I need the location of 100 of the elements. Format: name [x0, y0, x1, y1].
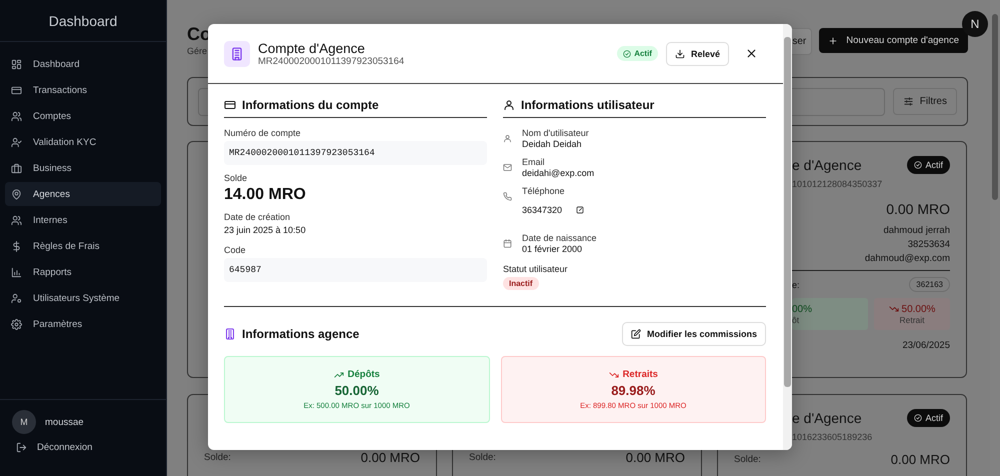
- user-name: dahmoud jerrah: [883, 225, 950, 236]
- balance-value: 0.00 MRO: [626, 450, 685, 465]
- sidebar-item[interactable]: Agences: [5, 182, 161, 206]
- card-title: e d'Agence: [792, 410, 862, 426]
- field-label: Téléphone: [522, 186, 566, 196]
- commission-value: 89.98%: [611, 383, 656, 398]
- credit-card-icon: [224, 99, 236, 111]
- sidebar-item[interactable]: Transactions: [5, 78, 161, 102]
- trend-down-icon: [608, 370, 619, 380]
- account-number: 1016233605189236: [791, 432, 874, 442]
- status-badge: Actif: [907, 409, 950, 427]
- phone-icon: [503, 192, 512, 201]
- close-icon[interactable]: [745, 47, 758, 60]
- commission-label: Retraits: [608, 369, 658, 380]
- section-title: Informations utilisateur: [521, 98, 654, 112]
- phone-number: 38253634: [908, 239, 950, 250]
- field-value: 23 juin 2025 à 10:50: [224, 225, 307, 235]
- user-gear-icon: [11, 292, 22, 304]
- users-icon: [11, 110, 22, 122]
- field-label: Statut utilisateur: [503, 264, 569, 274]
- balance-value: 0.00 MRO: [360, 450, 420, 465]
- withdrawal-value: 50.00%: [888, 304, 936, 314]
- settings-icon: [11, 318, 22, 330]
- sidebar-item[interactable]: Dashboard: [5, 52, 161, 76]
- check-circle-icon: [623, 50, 632, 58]
- filters-button[interactable]: Filtres: [892, 88, 957, 115]
- bar-chart-icon: [11, 266, 22, 278]
- user-avatar[interactable]: N: [962, 11, 988, 37]
- sidebar-item[interactable]: Paramètres: [5, 312, 161, 336]
- edit-icon[interactable]: [576, 206, 584, 214]
- calendar-icon: [503, 239, 512, 248]
- map-pin-icon: [11, 188, 22, 200]
- building-icon: [224, 328, 236, 340]
- user-avatar[interactable]: M: [12, 410, 36, 434]
- balance-label: Solde:: [734, 454, 761, 465]
- check-circle-icon: [914, 161, 922, 169]
- code-label: e:: [792, 280, 800, 290]
- sidebar-item[interactable]: Business: [5, 156, 161, 180]
- trend-down-icon: [888, 304, 899, 314]
- sliders-icon: [902, 96, 914, 107]
- balance-label: Solde:: [469, 452, 496, 463]
- users-icon: [11, 214, 22, 226]
- field-value: Deidah Deidah: [522, 139, 583, 149]
- sidebar-item[interactable]: Règles de Frais: [5, 234, 161, 258]
- status-badge: Inactif: [503, 277, 539, 290]
- balance-label: Solde:: [204, 452, 231, 463]
- logout-button[interactable]: Déconnexion: [12, 442, 154, 453]
- status-badge: Actif: [617, 46, 658, 61]
- field-value: 01 février 2000: [522, 244, 584, 254]
- field-label: Solde: [224, 173, 248, 183]
- deposit-value: 00%: [792, 304, 812, 314]
- sidebar-item[interactable]: Validation KYC: [5, 130, 161, 154]
- field-label: Date de naissance: [522, 233, 597, 243]
- balance-value: 0.00 MRO: [890, 452, 950, 467]
- balance-value: 0.00 MRO: [886, 201, 950, 217]
- field-label: Email: [522, 157, 546, 167]
- status-badge: Actif: [907, 156, 950, 174]
- scrollbar[interactable]: [783, 24, 792, 450]
- building-icon: [224, 40, 250, 66]
- sidebar-item[interactable]: Internes: [5, 208, 161, 232]
- field-value: 36347320: [522, 205, 562, 215]
- field-value: 645987: [224, 258, 487, 282]
- edit-commissions-button[interactable]: Modifier les commissions: [622, 322, 766, 346]
- logout-icon: [16, 442, 27, 453]
- field-label: Code: [224, 245, 247, 255]
- card-title: e d'Agence: [792, 157, 862, 173]
- commission-label: Dépôts: [334, 369, 380, 380]
- commission-value: 50.00%: [334, 383, 379, 398]
- section-title: Informations du compte: [242, 98, 379, 112]
- sidebar-item[interactable]: Rapports: [5, 260, 161, 284]
- withdrawal-label: Retrait: [899, 314, 925, 324]
- account-number: MR2400020001011397923053164: [258, 56, 404, 66]
- field-value: MR2400020001011397923053164: [224, 141, 487, 165]
- user-icon: [503, 99, 515, 111]
- new-agency-account-button[interactable]: Nouveau compte d'agence: [819, 28, 968, 53]
- sidebar-item[interactable]: Comptes: [5, 104, 161, 128]
- briefcase-icon: [11, 162, 22, 174]
- check-circle-icon: [914, 414, 922, 422]
- statement-button[interactable]: Relevé: [666, 42, 729, 66]
- field-label: Nom d'utilisateur: [522, 128, 589, 138]
- plus-icon: [828, 36, 838, 46]
- download-icon: [674, 48, 685, 58]
- balance-value: 14.00 MRO: [224, 186, 307, 204]
- field-value: deidahi@exp.com: [522, 168, 594, 178]
- grid-icon: [11, 58, 22, 70]
- sidebar-item[interactable]: Utilisateurs Système: [5, 286, 161, 310]
- user-name: moussae: [45, 416, 84, 428]
- field-label: Date de création: [224, 212, 292, 222]
- edit-icon: [630, 329, 641, 339]
- field-label: Numéro de compte: [224, 128, 302, 138]
- trend-up-icon: [334, 370, 344, 380]
- credit-card-icon: [11, 84, 22, 96]
- deposit-label: ôt: [792, 314, 800, 324]
- page-subtitle: Gére: [187, 46, 208, 56]
- email-address: dahmoud@exp.com: [864, 253, 950, 264]
- dialog-title: Compte d'Agence: [258, 40, 365, 56]
- code-badge: 362163: [909, 277, 950, 292]
- sidebar-title: Dashboard: [48, 12, 118, 28]
- user-check-icon: [11, 136, 22, 148]
- card-date: 23/06/2025: [902, 340, 950, 351]
